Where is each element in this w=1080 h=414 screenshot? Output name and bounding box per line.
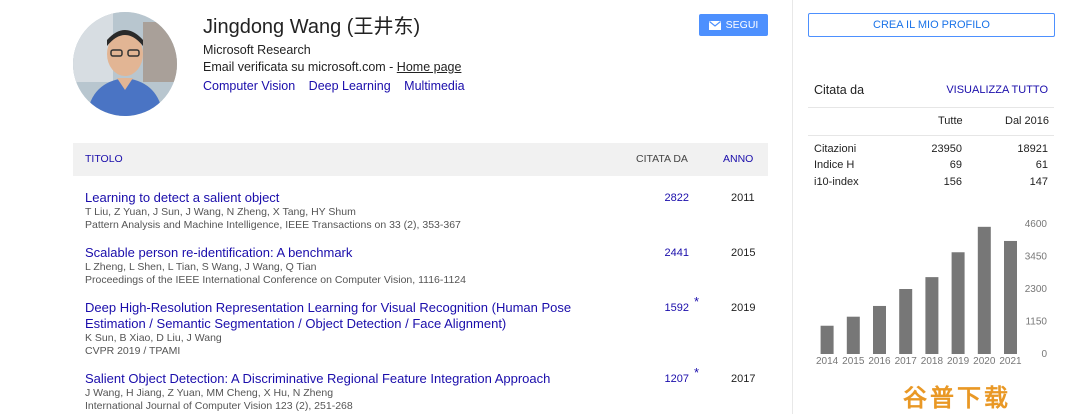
- publication-year: 2019: [731, 302, 756, 314]
- avatar-photo: [73, 12, 177, 116]
- stat-all: 156: [943, 176, 962, 188]
- publication-title[interactable]: Learning to detect a salient object: [85, 190, 605, 206]
- stat-since: 147: [1029, 176, 1048, 188]
- chart-bar[interactable]: [899, 289, 913, 354]
- profile-email: Email verificata su microsoft.com - Home…: [203, 60, 461, 74]
- chart-y-tick: 3450: [1025, 252, 1048, 263]
- chart-bar[interactable]: [925, 277, 939, 354]
- chart-x-tick: 2015: [842, 356, 865, 367]
- profile-affiliation: Microsoft Research: [203, 43, 311, 57]
- cited-by-link[interactable]: 1592: [653, 302, 689, 314]
- stat-all: 23950: [931, 143, 962, 155]
- follow-label: SEGUI: [725, 19, 759, 31]
- stat-since: 61: [1035, 159, 1048, 171]
- follow-button[interactable]: SEGUI: [699, 14, 768, 36]
- divider: [808, 107, 1054, 108]
- citations-chart: 2014 2015 2016 2017 2018 2019 2020 2021 0 1150 230…: [816, 219, 1048, 367]
- stat-all: 69: [949, 159, 962, 171]
- publication-title[interactable]: Salient Object Detection: A Discriminati…: [85, 371, 605, 387]
- cited-by-heading: Citata da: [814, 83, 865, 97]
- chart-y-tick: 0: [1041, 349, 1047, 360]
- interest-link[interactable]: Multimedia: [404, 79, 464, 93]
- publication-venue: Pattern Analysis and Machine Intelligenc…: [85, 219, 461, 231]
- chart-x-tick: 2019: [947, 356, 970, 367]
- stat-since: 18921: [1017, 143, 1048, 155]
- publication-year: 2015: [731, 247, 756, 259]
- cited-by-link[interactable]: 1207: [653, 373, 689, 385]
- column-divider: [792, 0, 793, 414]
- chart-x-tick: 2017: [895, 356, 918, 367]
- chart-y-tick: 1150: [1025, 317, 1047, 328]
- publication-authors: L Zheng, L Shen, L Tian, S Wang, J Wang,…: [85, 261, 317, 273]
- chart-x-tick: 2014: [816, 356, 839, 367]
- cited-by-link[interactable]: 2441: [653, 247, 689, 259]
- publication-venue: International Journal of Computer Vision…: [85, 400, 353, 412]
- publication-meta: K Sun, B Xiao, D Liu, J Wang CVPR 2019 /…: [85, 332, 625, 358]
- publication-authors: T Liu, Z Yuan, J Sun, J Wang, N Zheng, X…: [85, 206, 356, 218]
- chart-bar[interactable]: [820, 325, 834, 354]
- sidebar: CREA IL MIO PROFILO Citata da VISUALIZZA…: [806, 0, 1060, 414]
- email-text: Email verificata su microsoft.com -: [203, 60, 397, 74]
- chart-bar[interactable]: [1004, 240, 1017, 354]
- interest-link[interactable]: Computer Vision: [203, 79, 295, 93]
- publication-venue: CVPR 2019 / TPAMI: [85, 345, 181, 357]
- publication-meta: J Wang, H Jiang, Z Yuan, MM Cheng, X Hu,…: [85, 387, 625, 413]
- publication-meta: T Liu, Z Yuan, J Sun, J Wang, N Zheng, X…: [85, 206, 625, 232]
- sort-by-title[interactable]: TITOLO: [85, 153, 123, 165]
- chart-x-tick: 2020: [973, 356, 996, 367]
- col-since-header: Dal 2016: [1005, 115, 1050, 127]
- profile-name: Jingdong Wang (王井东): [203, 16, 421, 38]
- sort-by-year[interactable]: ANNO: [723, 153, 753, 165]
- publication-year: 2017: [731, 373, 756, 385]
- interest-link[interactable]: Deep Learning: [309, 79, 391, 93]
- publication-authors: K Sun, B Xiao, D Liu, J Wang: [85, 332, 222, 344]
- avatar: [73, 12, 177, 116]
- chart-bar[interactable]: [977, 226, 991, 354]
- cited-by-link[interactable]: 2822: [653, 192, 689, 204]
- chart-y-tick: 4600: [1025, 219, 1048, 230]
- merged-star[interactable]: *: [694, 294, 699, 309]
- sort-by-cited[interactable]: CITATA DA: [636, 153, 688, 165]
- publication-meta: L Zheng, L Shen, L Tian, S Wang, J Wang,…: [85, 261, 625, 287]
- stat-label: Citazioni: [814, 143, 857, 155]
- chart-x-tick: 2018: [921, 356, 944, 367]
- research-interests: Computer Vision Deep Learning Multimedia: [203, 79, 475, 93]
- publication-title[interactable]: Scalable person re-identification: A ben…: [85, 245, 605, 261]
- publications-header: TITOLO CITATA DA ANNO: [73, 143, 768, 176]
- chart-x-tick: 2016: [868, 356, 891, 367]
- chart-bar[interactable]: [873, 305, 886, 354]
- stat-label: i10-index: [814, 176, 859, 188]
- publication-year: 2011: [731, 192, 755, 204]
- homepage-link[interactable]: Home page: [397, 60, 462, 74]
- view-all-link[interactable]: VISUALIZZA TUTTO: [946, 84, 1048, 96]
- chart-bar[interactable]: [951, 252, 965, 354]
- publication-authors: J Wang, H Jiang, Z Yuan, MM Cheng, X Hu,…: [85, 387, 334, 399]
- email-icon: [708, 20, 721, 30]
- create-profile-button[interactable]: CREA IL MIO PROFILO: [808, 13, 1055, 37]
- chart-y-tick: 2300: [1025, 284, 1048, 295]
- chart-x-tick: 2021: [999, 356, 1022, 367]
- publication-venue: Proceedings of the IEEE International Co…: [85, 274, 466, 286]
- publication-title[interactable]: Deep High-Resolution Representation Lear…: [85, 300, 605, 332]
- col-all-header: Tutte: [938, 115, 963, 127]
- divider: [808, 135, 1054, 136]
- stat-label: Indice H: [814, 159, 855, 171]
- main-content: Jingdong Wang (王井东) Microsoft Research E…: [0, 0, 780, 414]
- merged-star[interactable]: *: [694, 365, 699, 380]
- chart-bar[interactable]: [846, 316, 860, 354]
- watermark-logo: 谷普下载: [903, 385, 1011, 412]
